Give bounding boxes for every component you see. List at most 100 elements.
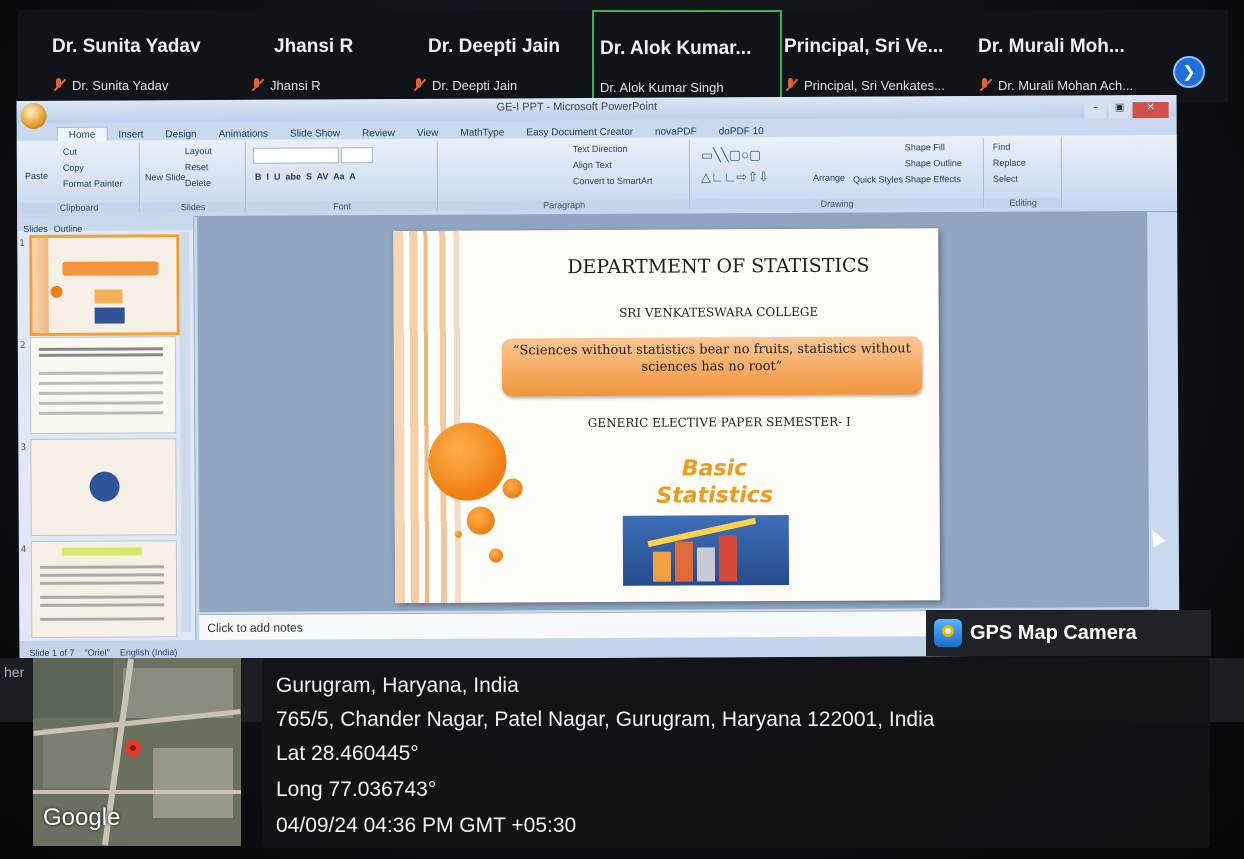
clipboard-group: Paste Cut Copy Format Painter Clipboard xyxy=(18,142,141,214)
mic-muted-icon xyxy=(784,78,798,92)
current-slide[interactable]: DEPARTMENT OF STATISTICS SRI VENKATESWAR… xyxy=(393,228,941,604)
slide-count: Slide 1 of 7 xyxy=(29,647,75,658)
arrange-button[interactable]: Arrange xyxy=(813,173,845,183)
window-title: GE-I PPT - Microsoft PowerPoint xyxy=(496,100,658,114)
paste-button[interactable]: Paste xyxy=(25,171,48,181)
participant-name: Principal, Sri Ve... xyxy=(784,36,944,57)
tab-slides[interactable]: Slides xyxy=(23,224,48,234)
mic-muted-icon xyxy=(978,78,992,92)
participant-tile[interactable]: Jhansi R Jhansi R xyxy=(228,10,378,102)
group-label: Clipboard xyxy=(19,202,140,214)
location-address: 765/5, Chander Nagar, Patel Nagar, Gurug… xyxy=(276,708,935,731)
convert-smartart-button[interactable]: Convert to SmartArt xyxy=(573,176,653,186)
decorative-circle xyxy=(454,530,462,538)
participant-tile[interactable]: Dr. Murali Moh... Dr. Murali Mohan Ach..… xyxy=(978,10,1168,102)
mouse-cursor-icon xyxy=(1145,526,1166,548)
participant-name: Dr. Deepti Jain xyxy=(428,36,560,57)
font-group: B I U abe S AV Aa A Font xyxy=(246,140,439,212)
format-painter-button[interactable]: Format Painter xyxy=(63,178,123,188)
select-button[interactable]: Select xyxy=(993,174,1018,184)
timestamp: 04/09/24 04:36 PM GMT +05:30 xyxy=(276,814,577,837)
participant-strip: Dr. Sunita Yadav Dr. Sunita Yadav Jhansi… xyxy=(18,10,1228,110)
course-title: Basic Statistics xyxy=(656,456,773,509)
theme-name: "Oriel" xyxy=(84,647,110,658)
location-pin-icon xyxy=(121,736,145,760)
panel-scrollbar[interactable] xyxy=(179,232,192,633)
shape-effects-button[interactable]: Shape Effects xyxy=(905,174,961,184)
font-format-buttons[interactable]: B I U abe S AV Aa A xyxy=(255,171,356,182)
reset-button[interactable]: Reset xyxy=(185,162,209,172)
participant-label: Dr. Deepti Jain xyxy=(412,78,517,93)
bar-chart-clipart xyxy=(622,515,790,586)
participant-tile[interactable]: Principal, Sri Ve... Principal, Sri Venk… xyxy=(784,10,974,102)
font-name-dropdown[interactable] xyxy=(252,147,339,164)
new-slide-button[interactable]: New Slide xyxy=(145,172,186,182)
minimize-icon[interactable]: – xyxy=(1084,102,1107,119)
taskbar-search[interactable]: her xyxy=(4,664,24,680)
map-thumbnail: Google xyxy=(33,658,241,846)
replace-button[interactable]: Replace xyxy=(993,158,1026,168)
shapes-gallery[interactable]: ▭╲╲▢○▢ xyxy=(701,147,761,163)
shape-outline-button[interactable]: Shape Outline xyxy=(905,158,962,168)
participant-name: Jhansi R xyxy=(274,36,354,57)
panel-tabs: Slides Outline xyxy=(17,216,194,234)
participant-label: Principal, Sri Venkates... xyxy=(784,78,945,93)
latitude: Lat 28.460445° xyxy=(276,742,419,765)
gps-app-badge: GPS Map Camera xyxy=(926,610,1211,656)
language: English (India) xyxy=(119,647,178,658)
decorative-circle xyxy=(502,478,523,499)
longitude: Long 77.036743° xyxy=(276,778,437,801)
slide-thumbnail[interactable] xyxy=(29,234,180,336)
slide-thumbnail[interactable] xyxy=(30,438,177,536)
chevron-right-icon[interactable]: ❯ xyxy=(1173,56,1205,88)
quick-styles-button[interactable]: Quick Styles xyxy=(853,174,903,184)
align-text-button[interactable]: Align Text xyxy=(573,160,612,170)
participant-label: Dr. Murali Mohan Ach... xyxy=(978,78,1133,93)
office-button[interactable] xyxy=(20,102,47,130)
delete-button[interactable]: Delete xyxy=(185,178,211,188)
shapes-gallery-row[interactable]: △∟∟⇨⇧⇩ xyxy=(701,169,769,185)
participant-name: Dr. Sunita Yadav xyxy=(52,36,201,57)
restore-icon[interactable]: ▣ xyxy=(1108,102,1131,119)
group-label: Drawing xyxy=(691,197,984,210)
location-info-panel: Gurugram, Haryana, India 765/5, Chander … xyxy=(262,658,1210,848)
find-button[interactable]: Find xyxy=(993,142,1011,152)
title-bar: GE-I PPT - Microsoft PowerPoint – ▣ ✕ xyxy=(16,94,1177,124)
mic-muted-icon xyxy=(250,78,264,92)
editing-group: Find Replace Select Editing xyxy=(984,137,1063,208)
cut-button[interactable]: Cut xyxy=(63,147,77,157)
shape-fill-button[interactable]: Shape Fill xyxy=(905,142,945,152)
slide-number: 4 xyxy=(20,544,27,556)
copy-button[interactable]: Copy xyxy=(63,163,84,173)
text-direction-button[interactable]: Text Direction xyxy=(573,144,628,154)
quote-box: “Sciences without statistics bear no fru… xyxy=(501,336,923,397)
group-label: Editing xyxy=(985,197,1062,208)
group-label: Font xyxy=(247,200,438,212)
slide-canvas: DEPARTMENT OF STATISTICS SRI VENKATESWAR… xyxy=(197,211,1166,613)
ribbon: Paste Cut Copy Format Painter Clipboard … xyxy=(16,134,1178,219)
mic-muted-icon xyxy=(412,78,426,92)
tab-outline[interactable]: Outline xyxy=(54,224,83,234)
slides-group: New Slide Layout Reset Delete Slides xyxy=(140,141,247,213)
group-label: Paragraph xyxy=(439,199,690,211)
participant-name: Dr. Alok Kumar... xyxy=(600,38,752,59)
layout-button[interactable]: Layout xyxy=(185,146,212,156)
participant-tile[interactable]: Dr. Sunita Yadav Dr. Sunita Yadav xyxy=(52,10,242,102)
font-size-dropdown[interactable] xyxy=(340,147,373,164)
participant-tile[interactable]: Dr. Deepti Jain Dr. Deepti Jain xyxy=(410,10,590,102)
close-icon[interactable]: ✕ xyxy=(1132,102,1169,119)
slide-thumbnail[interactable] xyxy=(30,540,178,638)
paper-title: GENERIC ELECTIVE PAPER SEMESTER- I xyxy=(587,414,851,431)
slide-number: 3 xyxy=(20,442,27,454)
slide-number: 1 xyxy=(19,238,26,250)
decorative-circle xyxy=(488,548,503,563)
powerpoint-window: GE-I PPT - Microsoft PowerPoint – ▣ ✕ Home… xyxy=(16,94,1180,662)
drawing-group: ▭╲╲▢○▢ △∟∟⇨⇧⇩ Arrange Quick Styles Shape… xyxy=(690,137,985,210)
participant-name: Dr. Murali Moh... xyxy=(978,36,1125,57)
slide-thumbnail[interactable] xyxy=(29,336,177,434)
decorative-circle xyxy=(428,422,507,501)
notes-placeholder: Click to add notes xyxy=(207,620,303,636)
participant-tile-active-speaker[interactable]: Dr. Alok Kumar... Dr. Alok Kumar Singh xyxy=(592,10,782,110)
decorative-circle xyxy=(466,506,495,535)
mic-muted-icon xyxy=(52,78,66,92)
